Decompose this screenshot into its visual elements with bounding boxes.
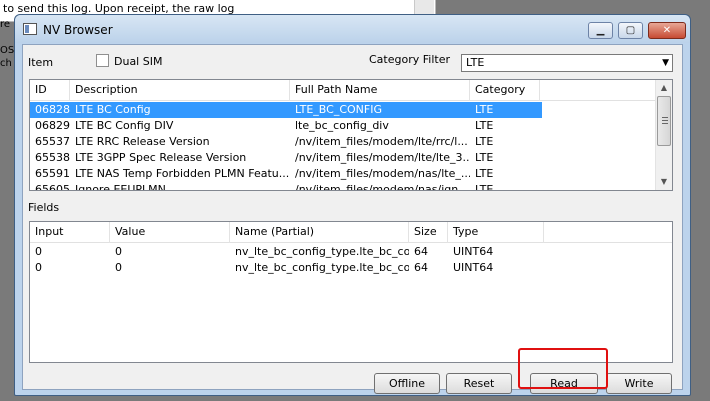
maximize-icon: ▢ xyxy=(625,25,636,36)
cell-id: 06828 xyxy=(35,103,70,116)
column-header-id[interactable]: ID xyxy=(30,80,70,101)
column-header-full-path[interactable]: Full Path Name xyxy=(290,80,470,101)
nv-browser-dialog: NV Browser ▁ ▢ ✕ Item Dual SIM Category … xyxy=(14,14,691,396)
fields-table[interactable]: Input Value Name (Partial) Size Type 0 0… xyxy=(29,221,673,363)
read-button[interactable]: Read xyxy=(530,373,598,394)
category-filter-select[interactable]: LTE ▼ xyxy=(461,54,673,72)
cell-category: LTE xyxy=(475,183,494,191)
cell-path: /nv/item_files/modem/lte/rrc/l... xyxy=(295,135,468,148)
cell-id: 65537 xyxy=(35,135,70,148)
column-header-type[interactable]: Type xyxy=(448,222,544,243)
cell-type: UINT64 xyxy=(453,261,494,274)
scroll-thumb[interactable] xyxy=(657,96,671,146)
cell-description: LTE NAS Temp Forbidden PLMN Featu... xyxy=(75,167,290,180)
column-header-category[interactable]: Category xyxy=(470,80,540,101)
cell-description: LTE RRC Release Version xyxy=(75,135,210,148)
nv-items-table[interactable]: ID Description Full Path Name Category 0… xyxy=(29,79,673,191)
minimize-icon: ▁ xyxy=(596,25,605,36)
cell-id: 65538 xyxy=(35,151,70,164)
grip-line xyxy=(662,123,668,124)
column-header-size[interactable]: Size xyxy=(409,222,448,243)
cell-description: LTE 3GPP Spec Release Version xyxy=(75,151,247,164)
app-icon xyxy=(23,23,37,35)
table-row[interactable]: 06829 LTE BC Config DIV lte_bc_config_di… xyxy=(30,118,542,134)
cell-path: /nv/item_files/modem/nas/lte_... xyxy=(295,167,470,180)
write-button[interactable]: Write xyxy=(606,373,672,394)
dual-sim-checkbox[interactable] xyxy=(96,54,109,67)
cell-path: /nv/item_files/modem/lte/lte_3... xyxy=(295,151,470,164)
table-row[interactable]: 65537 LTE RRC Release Version /nv/item_f… xyxy=(30,134,542,150)
cell-input: 0 xyxy=(35,245,42,258)
column-header-input[interactable]: Input xyxy=(30,222,110,243)
cell-id: 65591 xyxy=(35,167,70,180)
table-row[interactable]: 65605 Ignore EEUPLMN /nv/item_files/mode… xyxy=(30,182,542,191)
cell-description: Ignore EEUPLMN xyxy=(75,183,166,191)
cell-input: 0 xyxy=(35,261,42,274)
reset-button[interactable]: Reset xyxy=(446,373,512,394)
dialog-client-area: Item Dual SIM Category Filter LTE ▼ ID D… xyxy=(22,44,683,394)
column-header-name[interactable]: Name (Partial) xyxy=(230,222,409,243)
cell-description: LTE BC Config xyxy=(75,103,151,116)
cell-id: 65605 xyxy=(35,183,70,191)
offline-button[interactable]: Offline xyxy=(374,373,440,394)
cell-category: LTE xyxy=(475,135,494,148)
table-row[interactable]: 65591 LTE NAS Temp Forbidden PLMN Featu.… xyxy=(30,166,542,182)
cell-description: LTE BC Config DIV xyxy=(75,119,174,132)
fields-label: Fields xyxy=(28,201,60,214)
cell-path: LTE_BC_CONFIG xyxy=(295,103,382,116)
items-vertical-scrollbar[interactable]: ▲ ▼ xyxy=(655,80,672,190)
scroll-down-icon[interactable]: ▼ xyxy=(656,174,672,190)
maximize-button[interactable]: ▢ xyxy=(618,22,643,39)
cell-path: lte_bc_config_div xyxy=(295,119,389,132)
scroll-up-icon[interactable]: ▲ xyxy=(656,80,672,96)
background-fragment: OS xyxy=(0,45,15,56)
cell-path: /nv/item_files/modem/nas/ign... xyxy=(295,183,469,191)
table-row[interactable]: 0 0 nv_lte_bc_config_type.lte_bc_con... … xyxy=(30,260,670,276)
cell-value: 0 xyxy=(115,245,122,258)
table-row[interactable]: 06828 LTE BC Config LTE_BC_CONFIG LTE xyxy=(30,102,542,118)
cell-value: 0 xyxy=(115,261,122,274)
window-title: NV Browser xyxy=(43,23,113,37)
chevron-down-icon: ▼ xyxy=(662,58,669,68)
column-header-value[interactable]: Value xyxy=(110,222,230,243)
cell-name: nv_lte_bc_config_type.lte_bc_con... xyxy=(235,245,409,258)
background-fragment: ch xyxy=(0,58,12,69)
dual-sim-label: Dual SIM xyxy=(114,55,163,68)
cell-category: LTE xyxy=(475,103,494,116)
cell-category: LTE xyxy=(475,167,494,180)
cell-type: UINT64 xyxy=(453,245,494,258)
minimize-button[interactable]: ▁ xyxy=(588,22,613,39)
cell-size: 64 xyxy=(414,245,428,258)
grip-line xyxy=(662,120,668,121)
category-filter-label: Category Filter xyxy=(369,53,450,66)
close-button[interactable]: ✕ xyxy=(648,22,686,39)
cell-size: 64 xyxy=(414,261,428,274)
category-filter-value: LTE xyxy=(466,56,485,69)
item-label: Item xyxy=(28,56,54,69)
table-row[interactable]: 65538 LTE 3GPP Spec Release Version /nv/… xyxy=(30,150,542,166)
column-header-description[interactable]: Description xyxy=(70,80,290,101)
cell-name: nv_lte_bc_config_type.lte_bc_con... xyxy=(235,261,409,274)
cell-id: 06829 xyxy=(35,119,70,132)
cell-category: LTE xyxy=(475,119,494,132)
background-fragment: re xyxy=(0,19,11,30)
close-icon: ✕ xyxy=(662,25,672,36)
title-bar[interactable]: NV Browser ▁ ▢ ✕ xyxy=(15,15,690,43)
cell-category: LTE xyxy=(475,151,494,164)
table-row[interactable]: 0 0 nv_lte_bc_config_type.lte_bc_con... … xyxy=(30,244,670,260)
fields-table-header: Input Value Name (Partial) Size Type xyxy=(30,222,672,243)
grip-line xyxy=(662,117,668,118)
items-table-header: ID Description Full Path Name Category xyxy=(30,80,672,101)
